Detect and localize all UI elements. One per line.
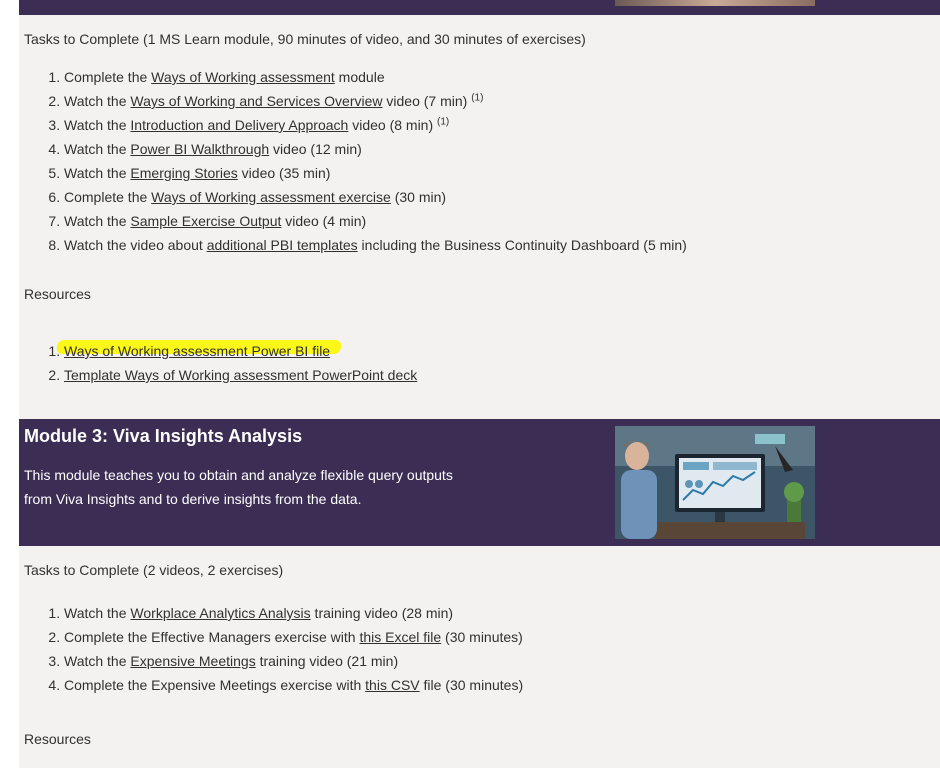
module2-task-list: Complete the Ways of Working assessment … [19, 65, 687, 257]
list-item: Watch the Introduction and Delivery Appr… [64, 113, 687, 137]
module3-description: This module teaches you to obtain and an… [24, 467, 453, 507]
task-link[interactable]: Ways of Working and Services Overview [130, 93, 382, 109]
task-text: Watch the video about [64, 237, 207, 253]
task-text: Watch the [64, 165, 131, 181]
list-item: Template Ways of Working assessment Powe… [64, 363, 417, 387]
task-text: module [334, 69, 385, 85]
footnote-ref: (1) [437, 116, 450, 128]
task-text: Watch the [64, 653, 131, 669]
list-item: Watch the Emerging Stories video (35 min… [64, 161, 687, 185]
task-text: video (7 min) [382, 93, 472, 109]
task-link[interactable]: Emerging Stories [130, 165, 237, 181]
module2-banner-bottom [19, 0, 940, 15]
module2-banner-image [615, 0, 815, 6]
task-text: training video (21 min) [255, 653, 399, 669]
module3-banner: Module 3: Viva Insights Analysis This mo… [19, 419, 940, 546]
analyst-at-desk-illustration [615, 426, 815, 539]
task-text: (30 min) [390, 189, 447, 205]
list-item: Watch the Expensive Meetings training vi… [64, 649, 523, 673]
task-link[interactable]: Sample Exercise Output [130, 213, 281, 229]
task-text: Complete the Expensive Meetings exercise… [64, 677, 366, 693]
page-content: Tasks to Complete (1 MS Learn module, 90… [19, 0, 940, 768]
task-text: video (35 min) [237, 165, 331, 181]
task-link[interactable]: Ways of Working assessment exercise [151, 189, 391, 205]
task-text: Watch the [64, 605, 131, 621]
list-item: Complete the Ways of Working assessment … [64, 185, 687, 209]
task-text: video (12 min) [269, 141, 362, 157]
resource-link[interactable]: Template Ways of Working assessment Powe… [64, 367, 417, 383]
task-link[interactable]: Workplace Analytics Analysis [130, 605, 310, 621]
module3-title: Module 3: Viva Insights Analysis [24, 426, 303, 446]
list-item: Watch the Ways of Working and Services O… [64, 89, 687, 113]
list-item: Watch the video about additional PBI tem… [64, 233, 687, 257]
task-link[interactable]: Expensive Meetings [130, 653, 255, 669]
task-link[interactable]: Introduction and Delivery Approach [130, 117, 348, 133]
module3-banner-image [615, 426, 815, 539]
task-text: training video (28 min) [310, 605, 454, 621]
module2-resources-heading: Resources [24, 286, 91, 302]
task-text: Watch the [64, 141, 131, 157]
module2-tasks-heading: Tasks to Complete (1 MS Learn module, 90… [24, 31, 586, 47]
task-text: file (30 minutes) [419, 677, 524, 693]
task-text: including the Business Continuity Dashbo… [357, 237, 687, 253]
module3-resources-heading: Resources [24, 731, 91, 747]
task-text: Complete the [64, 69, 152, 85]
task-text: video (8 min) [348, 117, 438, 133]
list-item: Watch the Power BI Walkthrough video (12… [64, 137, 687, 161]
task-link[interactable]: additional PBI templates [207, 237, 358, 253]
task-text: Watch the [64, 93, 131, 109]
list-item: Watch the Sample Exercise Output video (… [64, 209, 687, 233]
task-link[interactable]: Power BI Walkthrough [130, 141, 269, 157]
task-text: Watch the [64, 117, 131, 133]
list-item: Ways of Working assessment Power BI file [64, 339, 417, 363]
list-item: Complete the Expensive Meetings exercise… [64, 673, 523, 697]
module3-tasks-heading: Tasks to Complete (2 videos, 2 exercises… [24, 562, 284, 578]
task-text: (30 minutes) [441, 629, 523, 645]
task-text: Watch the [64, 213, 131, 229]
list-item: Complete the Effective Managers exercise… [64, 625, 523, 649]
resource-link[interactable]: Ways of Working assessment Power BI file [64, 343, 330, 359]
task-link[interactable]: this Excel file [359, 629, 441, 645]
task-text: Complete the Effective Managers exercise… [64, 629, 360, 645]
task-link[interactable]: this CSV [365, 677, 419, 693]
list-item: Complete the Ways of Working assessment … [64, 65, 687, 89]
task-link[interactable]: Ways of Working assessment [151, 69, 335, 85]
task-text: Complete the [64, 189, 152, 205]
module2-resource-list: Ways of Working assessment Power BI file… [19, 339, 417, 387]
footnote-ref: (1) [471, 92, 484, 104]
task-text: video (4 min) [281, 213, 367, 229]
list-item: Watch the Workplace Analytics Analysis t… [64, 601, 523, 625]
module3-task-list: Watch the Workplace Analytics Analysis t… [19, 601, 523, 697]
